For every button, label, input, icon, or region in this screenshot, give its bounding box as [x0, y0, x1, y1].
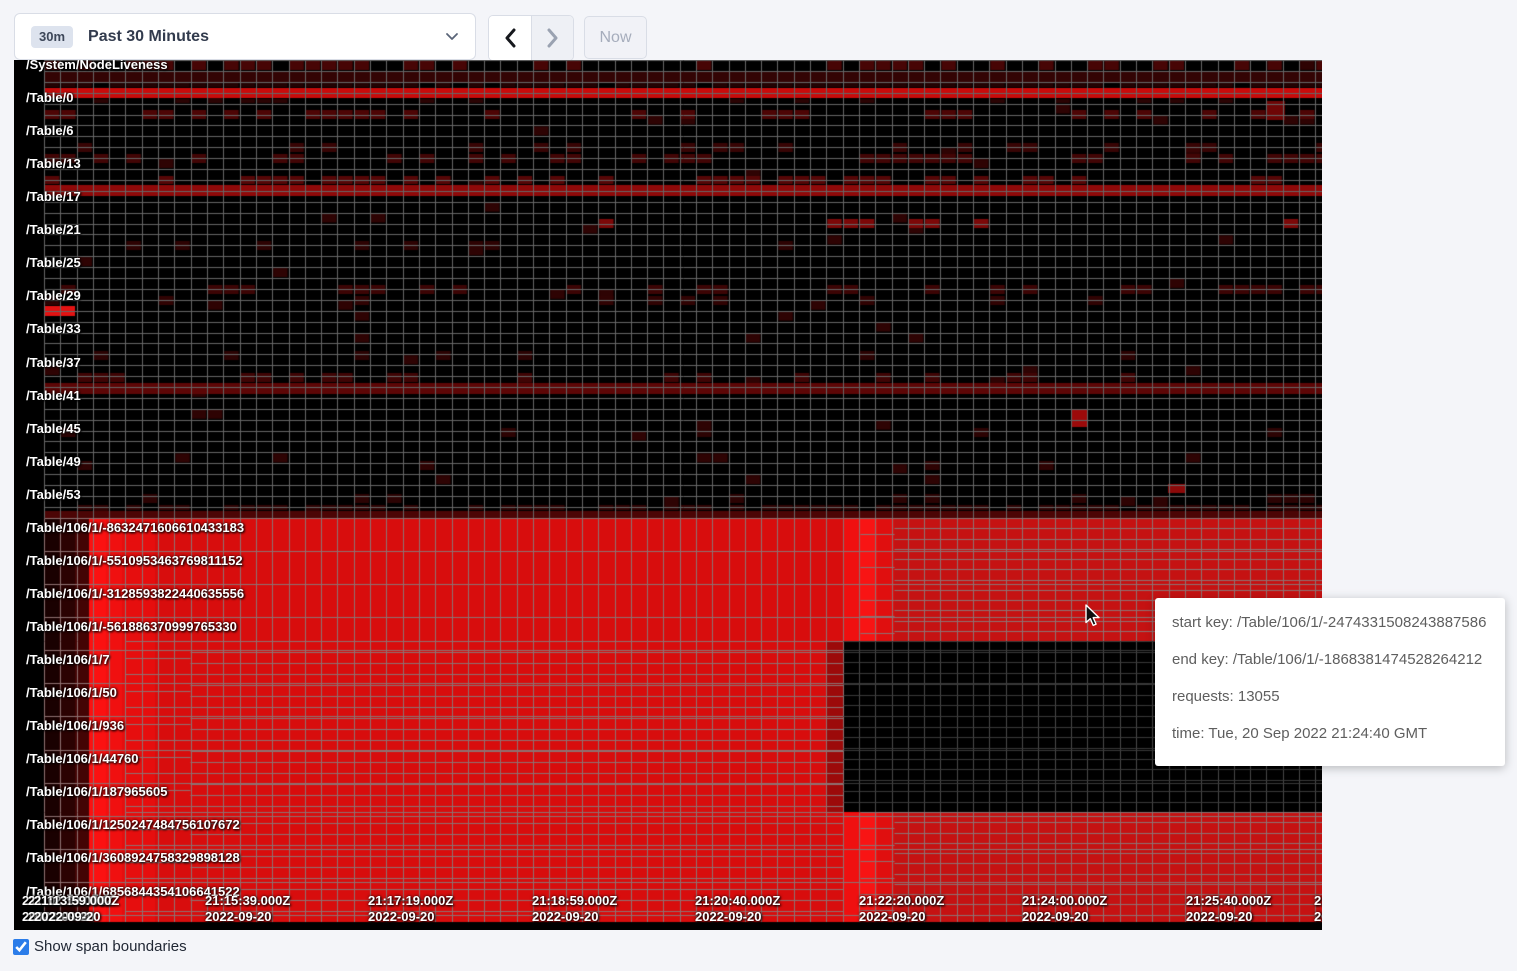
next-time-button[interactable] [531, 16, 573, 60]
tooltip-requests: requests: 13055 [1172, 687, 1488, 706]
now-button[interactable]: Now [584, 16, 647, 59]
tooltip-end-key: end key: /Table/106/1/-18683814745282642… [1172, 650, 1488, 669]
tooltip-time: time: Tue, 20 Sep 2022 21:24:40 GMT [1172, 724, 1488, 743]
prev-time-button[interactable] [489, 16, 531, 60]
time-range-select[interactable]: 30m Past 30 Minutes [14, 13, 476, 60]
time-nav-group [488, 15, 574, 61]
tooltip-start-key: start key: /Table/106/1/-247433150824388… [1172, 613, 1488, 632]
time-range-label: Past 30 Minutes [88, 28, 209, 46]
hover-tooltip: start key: /Table/106/1/-247433150824388… [1155, 598, 1505, 766]
show-span-boundaries-label: Show span boundaries [34, 938, 187, 955]
key-visualizer-heatmap[interactable] [14, 60, 1322, 930]
heatmap-panel: /System/NodeLiveness/Table/0/Table/6/Tab… [14, 60, 1322, 930]
chevron-left-icon [504, 28, 517, 48]
time-range-badge: 30m [31, 26, 73, 48]
chevron-right-icon [546, 28, 559, 48]
show-span-boundaries-checkbox[interactable] [13, 939, 29, 955]
chevron-down-icon [445, 32, 459, 41]
show-span-boundaries-control: Show span boundaries [13, 938, 187, 955]
